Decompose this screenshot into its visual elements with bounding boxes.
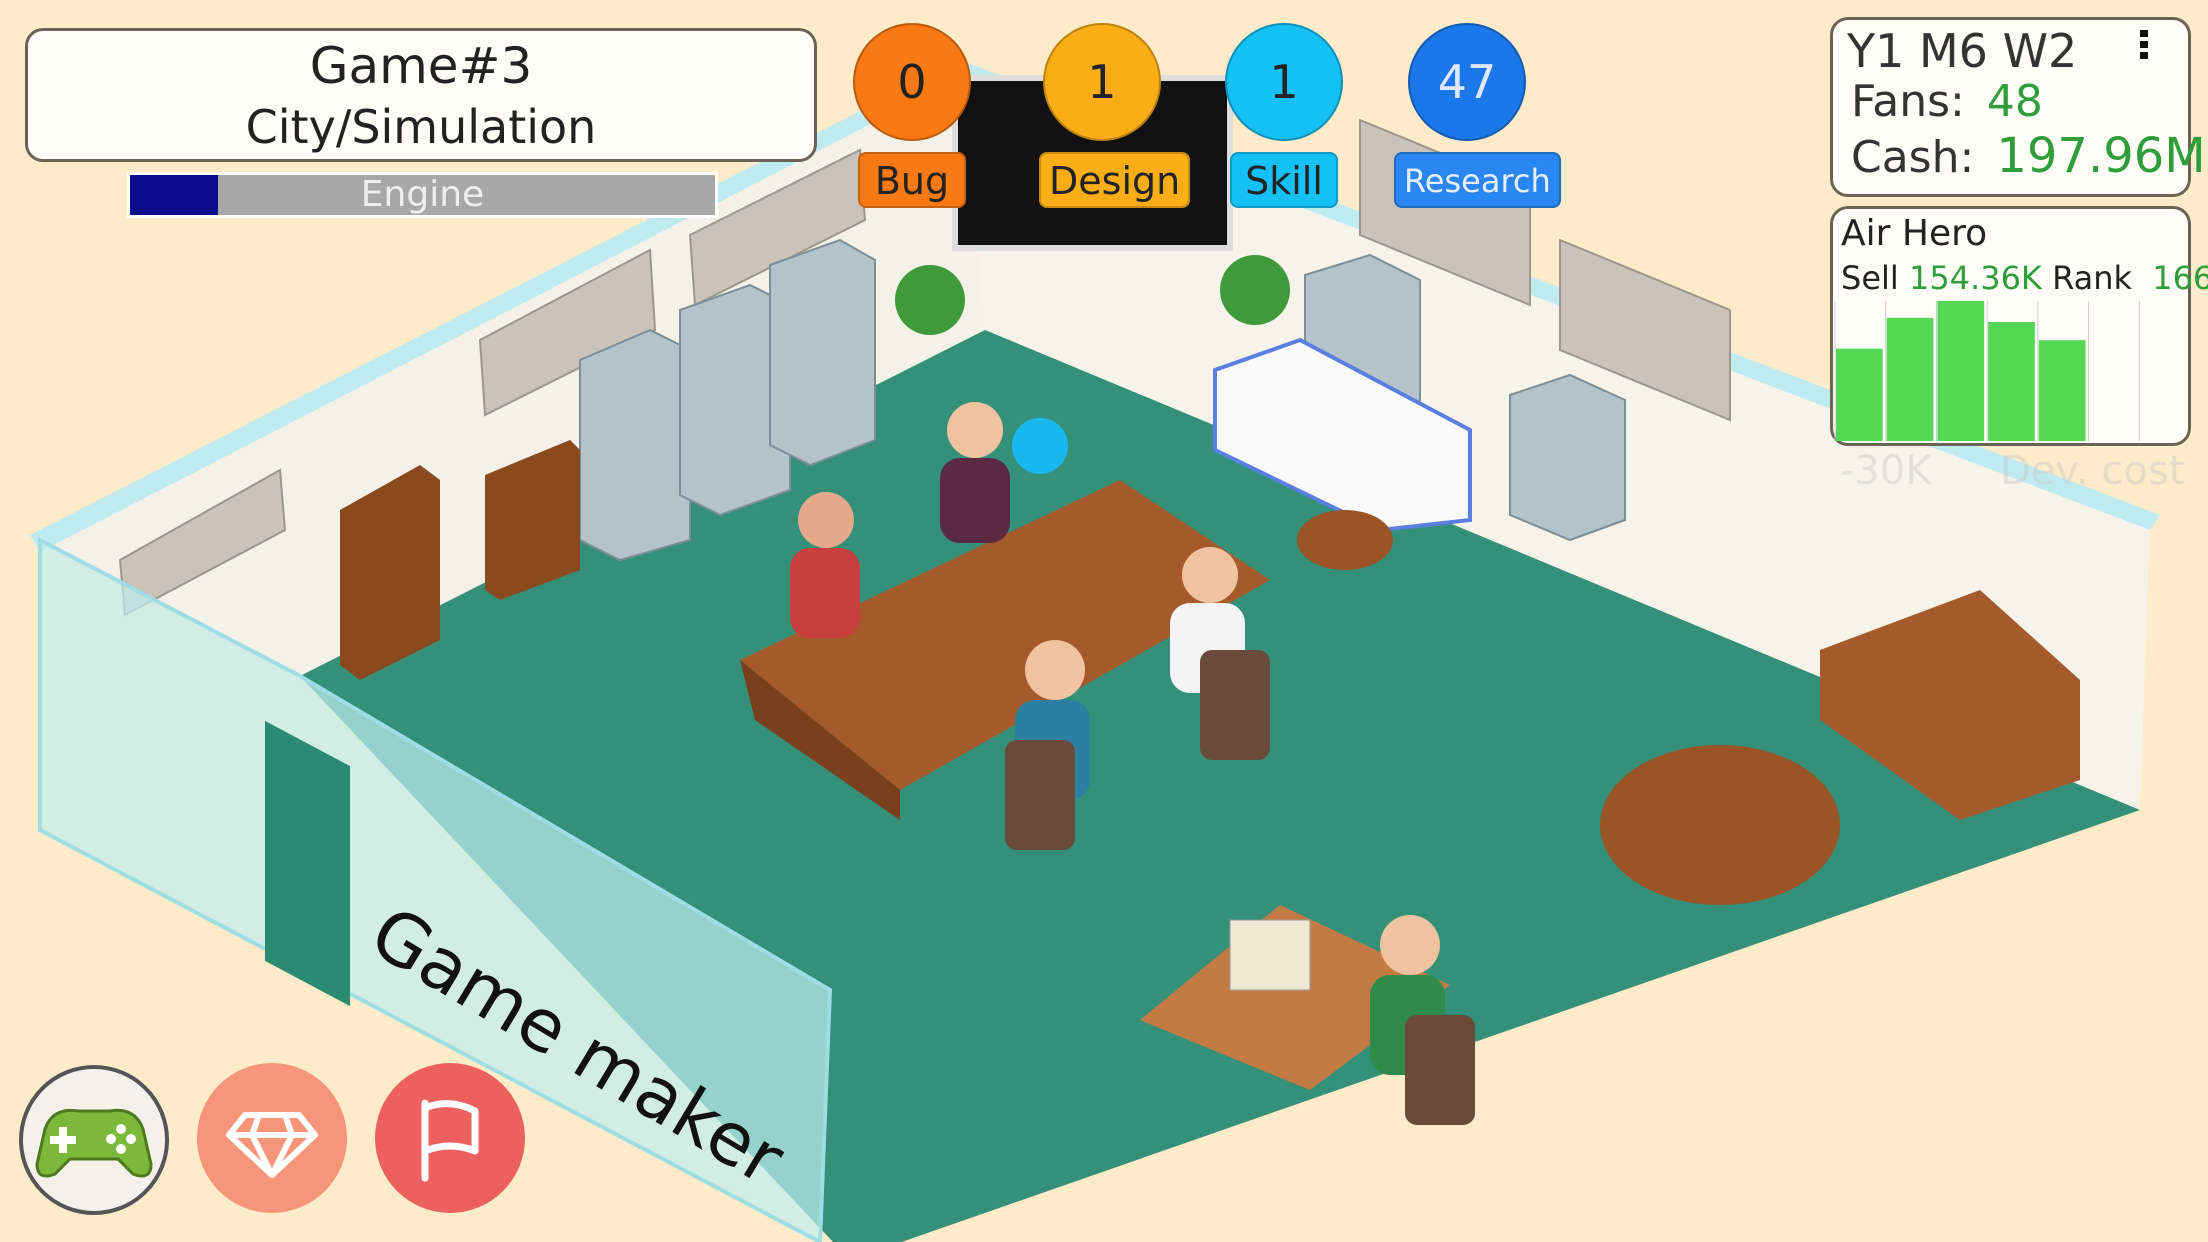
game-genre: City/Simulation	[245, 100, 597, 154]
door[interactable]	[265, 720, 350, 1007]
more-vertical-icon[interactable]	[2140, 30, 2148, 60]
sales-info: Sell 154.36K Rank 166	[1841, 259, 2208, 297]
released-game-name: Air Hero	[1841, 213, 1988, 254]
plant	[895, 265, 965, 335]
phase-progress-bar: Engine	[127, 172, 718, 218]
meeting-table	[1600, 745, 1840, 905]
fans-value: 48	[1986, 76, 2043, 127]
fans-row: Fans: 48	[1851, 76, 2043, 127]
idea-bubble	[1012, 418, 1068, 474]
company-status-panel: Y1 M6 W2 Fans: 48 Cash: 197.96M	[1830, 17, 2206, 197]
rank-label: Rank	[2052, 259, 2133, 297]
faded-cost-label: Dev. cost	[2000, 448, 2185, 494]
sales-bar	[1937, 301, 1985, 441]
flag-icon	[421, 1099, 479, 1182]
sell-label: Sell	[1841, 259, 1899, 297]
research-count-circle: 47	[1408, 23, 1526, 141]
fans-label: Fans:	[1851, 76, 1965, 127]
gamepad-icon	[35, 1108, 153, 1178]
phase-label: Engine	[360, 174, 485, 215]
cash-value: 197.96M	[1996, 128, 2206, 184]
play-games-button[interactable]	[19, 1065, 169, 1215]
gems-button[interactable]	[197, 1063, 347, 1213]
weekly-sales-chart	[1834, 301, 2140, 441]
sales-bar	[1836, 348, 1883, 441]
game-title: Game#3	[309, 37, 533, 95]
cash-label: Cash:	[1851, 132, 1975, 183]
bug-label: Bug	[858, 152, 966, 208]
faded-cost-value: -30K	[1840, 448, 1932, 494]
sell-value: 154.36K	[1908, 259, 2042, 297]
design-label: Design	[1039, 152, 1191, 208]
cash-row: Cash: 197.96M	[1851, 128, 2206, 184]
plant	[1220, 255, 1290, 325]
design-count-circle: 1	[1043, 23, 1161, 141]
computer	[1229, 919, 1311, 991]
diamond-icon	[226, 1112, 318, 1178]
game-date: Y1 M6 W2	[1847, 24, 2078, 78]
project-title-panel[interactable]: Game#3 City/Simulation	[25, 28, 817, 162]
game-sales-panel[interactable]: Air Hero Sell 154.36K Rank 166	[1830, 206, 2208, 446]
sales-bar	[1886, 317, 1934, 441]
sales-bar	[1988, 322, 2035, 441]
research-label: Research	[1394, 152, 1561, 208]
bug-count-circle: 0	[853, 23, 971, 141]
skill-label: Skill	[1230, 152, 1338, 208]
rank-value: 166	[2152, 259, 2208, 297]
side-table	[1297, 510, 1393, 570]
skill-count-circle: 1	[1225, 23, 1343, 141]
sales-bar	[2038, 340, 2086, 441]
goals-button[interactable]	[375, 1063, 525, 1213]
